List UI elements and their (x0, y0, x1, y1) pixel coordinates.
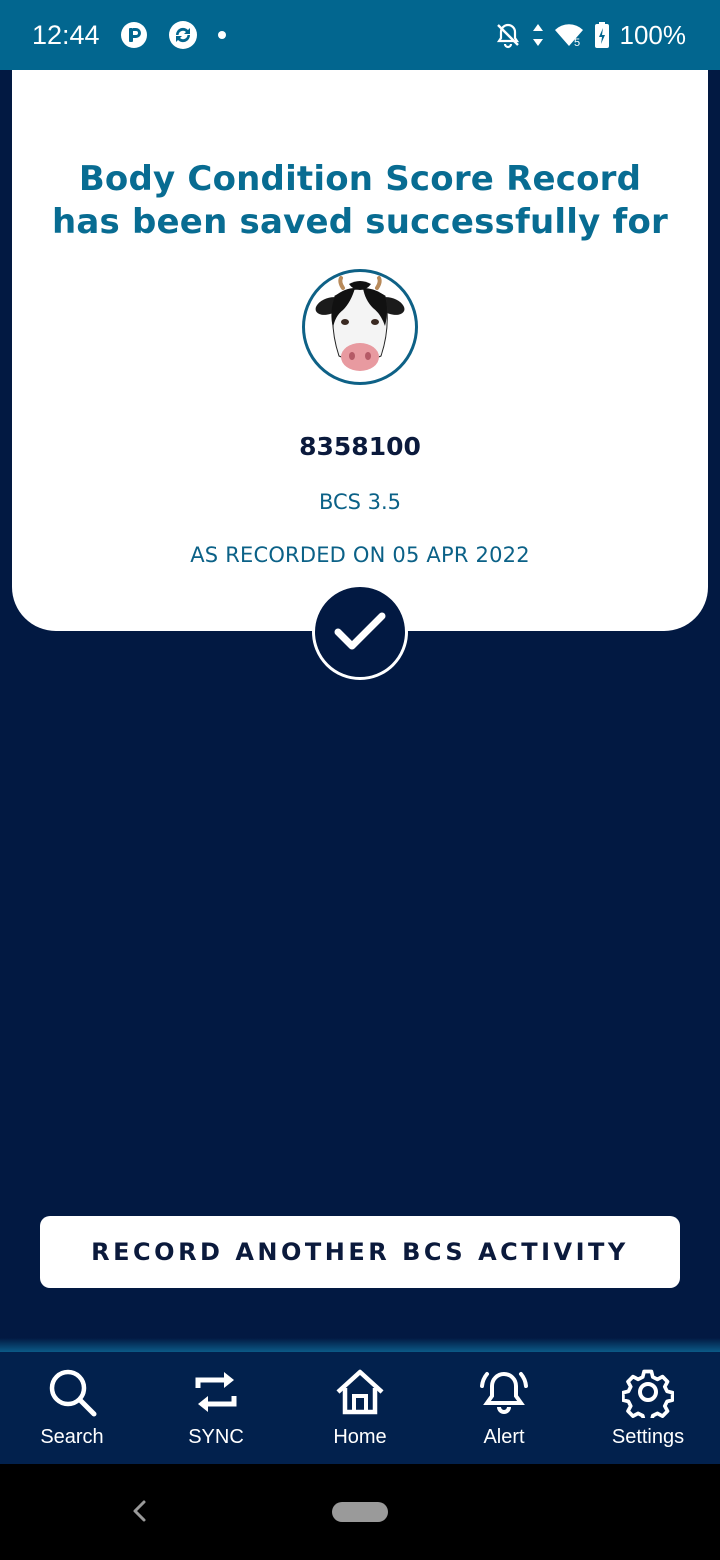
nav-label-sync: SYNC (188, 1426, 244, 1448)
nav-label-alert: Alert (483, 1426, 525, 1448)
cow-avatar (302, 269, 418, 385)
battery-percent: 100% (619, 19, 687, 50)
data-arrows-icon (532, 22, 544, 48)
app-notification-icon (120, 21, 148, 49)
back-chevron-icon (133, 1500, 146, 1522)
status-bar: 12:44 5 100% (0, 0, 720, 70)
bottom-nav: Search SYNC Home Alert Settings (0, 1352, 720, 1464)
success-check-badge (312, 584, 408, 680)
nav-label-settings: Settings (611, 1426, 685, 1448)
search-icon (46, 1366, 98, 1418)
status-time: 12:44 (32, 19, 100, 50)
nav-label-home: Home (333, 1426, 387, 1448)
svg-text:5: 5 (574, 37, 580, 48)
nav-item-settings[interactable]: Settings (576, 1352, 720, 1464)
checkmark-icon (334, 612, 386, 650)
nav-item-alert[interactable]: Alert (432, 1352, 576, 1464)
system-home-pill[interactable] (332, 1502, 388, 1522)
bcs-score: BCS 3.5 (318, 490, 402, 514)
nav-divider (0, 1338, 720, 1352)
nav-item-search[interactable]: Search (0, 1352, 144, 1464)
success-title-line-2: has been saved successfully for (51, 202, 668, 242)
nav-item-sync[interactable]: SYNC (144, 1352, 288, 1464)
success-card: Body Condition Score Record has been sav… (12, 70, 708, 631)
home-icon (334, 1366, 386, 1418)
wifi-icon: 5 (554, 22, 584, 48)
record-another-bcs-button[interactable]: RECORD ANOTHER BCS ACTIVITY (40, 1216, 680, 1288)
animal-id: 8358100 (299, 432, 421, 461)
battery-charging-icon (594, 21, 610, 49)
cow-face-icon (315, 276, 405, 371)
notifications-off-icon (494, 21, 522, 49)
success-title-line-1: Body Condition Score Record (78, 159, 642, 199)
nav-item-home[interactable]: Home (288, 1352, 432, 1464)
screen: 12:44 5 100% Body Condition Score Record… (0, 0, 720, 1560)
system-back-button[interactable] (126, 1496, 152, 1526)
sync-notification-icon (168, 20, 198, 50)
alert-bell-icon (478, 1366, 530, 1418)
system-nav-bar (0, 1464, 720, 1560)
nav-label-search: Search (40, 1426, 104, 1448)
more-notifications-dot (217, 31, 226, 39)
status-left: 12:44 (32, 20, 226, 51)
gear-icon (622, 1366, 674, 1418)
status-right: 5 100% (494, 19, 687, 51)
recorded-date: AS RECORDED ON 05 APR 2022 (190, 543, 530, 567)
sync-icon (190, 1366, 242, 1418)
success-title: Body Condition Score Record has been sav… (12, 158, 708, 244)
